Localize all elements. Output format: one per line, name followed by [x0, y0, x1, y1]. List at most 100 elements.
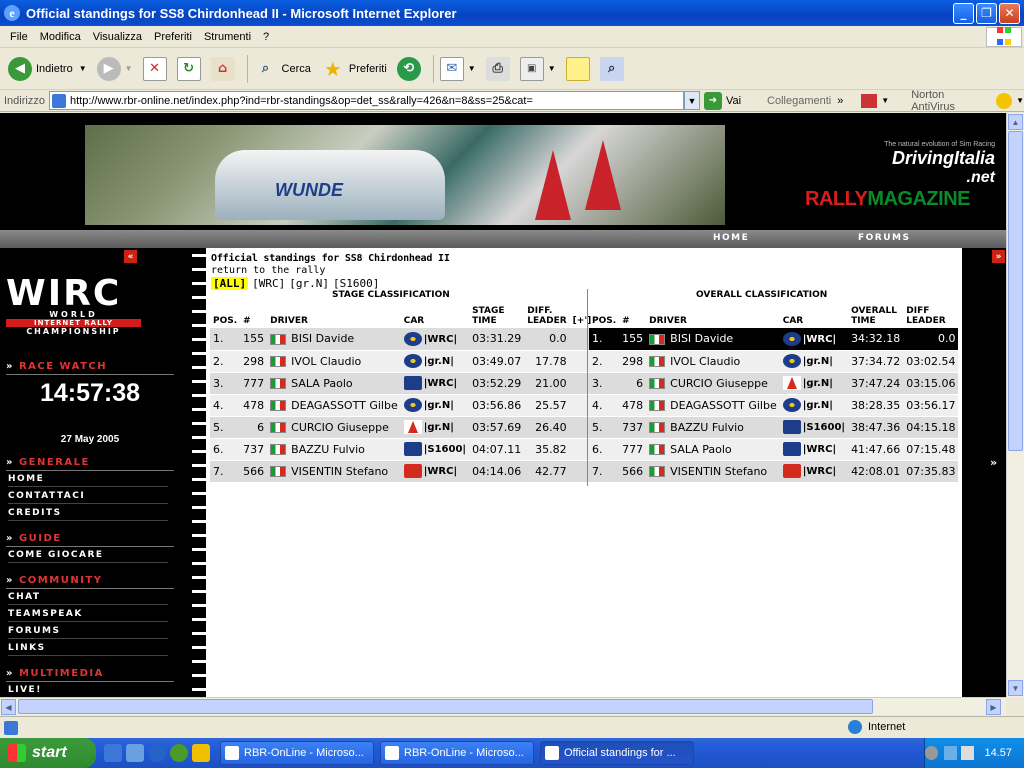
- close-button[interactable]: ✕: [999, 2, 1020, 24]
- norton-label[interactable]: Norton AntiVirus: [911, 89, 990, 113]
- filter-wrc[interactable]: [WRC]: [252, 277, 285, 290]
- driver-name[interactable]: CURCIO Giuseppe: [670, 377, 768, 390]
- menu-file[interactable]: File: [4, 31, 34, 43]
- sidebar-link-credits[interactable]: CREDITS: [8, 508, 168, 521]
- favorites-button[interactable]: ★ Preferiti: [319, 52, 389, 86]
- outlook-quicklaunch-icon[interactable]: [126, 744, 144, 762]
- nav-forums[interactable]: FORUMS: [858, 233, 910, 243]
- norton-dropdown-icon[interactable]: ▼: [1016, 96, 1024, 105]
- menu-strumenti[interactable]: Strumenti: [198, 31, 257, 43]
- go-button[interactable]: ➜ Vai: [703, 91, 741, 110]
- address-url: http://www.rbr-online.net/index.php?ind=…: [69, 94, 533, 107]
- driver-name[interactable]: IVOL Claudio: [670, 355, 740, 368]
- menu-modifica[interactable]: Modifica: [34, 31, 87, 43]
- driver-name[interactable]: BAZZU Fulvio: [291, 443, 365, 456]
- extension-dropdown-icon[interactable]: ▼: [881, 96, 889, 105]
- links-label[interactable]: Collegamenti: [767, 95, 831, 107]
- forward-button[interactable]: ▶ ▼: [95, 52, 135, 86]
- sidebar-link-links[interactable]: LINKS: [8, 643, 168, 656]
- driver-name[interactable]: CURCIO Giuseppe: [291, 421, 389, 434]
- back-dropdown-icon[interactable]: ▼: [79, 64, 87, 73]
- driver-name[interactable]: BISI Davide: [670, 332, 733, 345]
- volume-icon[interactable]: [961, 746, 975, 760]
- address-input[interactable]: http://www.rbr-online.net/index.php?ind=…: [48, 91, 685, 110]
- driver-name[interactable]: SALA Paolo: [670, 443, 732, 456]
- driver-name[interactable]: BISI Davide: [291, 332, 354, 345]
- sidebar-link-home[interactable]: HOME: [8, 474, 168, 487]
- links-chevron-icon[interactable]: »: [837, 95, 843, 107]
- italy-flag-icon: [649, 444, 666, 455]
- media-player-icon[interactable]: [148, 744, 166, 762]
- start-button[interactable]: start: [0, 738, 96, 768]
- address-dropdown-icon[interactable]: ▼: [684, 91, 700, 110]
- home-button[interactable]: ⌂: [209, 52, 237, 86]
- minimize-button[interactable]: _: [953, 2, 974, 24]
- task-rbr-online-1[interactable]: RBR-OnLine - Microso...: [220, 741, 374, 765]
- driver-name[interactable]: DEAGASSOTT Gilbe: [670, 399, 777, 412]
- research-button[interactable]: ⌕: [598, 52, 626, 86]
- row-time: 34:32.18: [848, 328, 904, 351]
- row-time: 37:34.72: [848, 350, 904, 373]
- norton-icon[interactable]: [996, 92, 1013, 109]
- scroll-up-icon[interactable]: ▲: [1008, 114, 1023, 130]
- search-button[interactable]: ⌕ Cerca: [252, 52, 313, 86]
- driver-name[interactable]: IVOL Claudio: [291, 355, 361, 368]
- refresh-button[interactable]: ↻: [175, 52, 203, 86]
- expand-right-icon[interactable]: »: [992, 250, 1005, 263]
- print-button[interactable]: ⎙: [484, 52, 512, 86]
- network-icon[interactable]: [944, 746, 958, 760]
- wirc-logo[interactable]: WIRC WORLD INTERNET RALLY CHAMPIONSHIP: [6, 273, 146, 348]
- rallymagazine-logo[interactable]: RALLYMAGAZINE: [805, 188, 1000, 211]
- nav-home[interactable]: HOME: [713, 233, 749, 243]
- mit-badge-icon: [403, 420, 422, 434]
- driver-name[interactable]: BAZZU Fulvio: [670, 421, 744, 434]
- filter-all[interactable]: [ALL]: [211, 277, 249, 290]
- wirc-logo-mark: WIRC: [6, 273, 122, 314]
- history-button[interactable]: ⟲: [395, 52, 423, 86]
- driver-name[interactable]: DEAGASSOTT Gilbe: [291, 399, 398, 412]
- collapse-left-icon[interactable]: «: [124, 250, 137, 263]
- discuss-button[interactable]: [564, 52, 592, 86]
- horizontal-scrollbar[interactable]: ◀ ▶: [0, 697, 1006, 715]
- task-rbr-online-2[interactable]: RBR-OnLine - Microso...: [380, 741, 534, 765]
- drivingitalia-logo[interactable]: The natural evolution of Sim Racing Driv…: [805, 141, 995, 187]
- sidebar-link-teamspeak[interactable]: TEAMSPEAK: [8, 609, 168, 622]
- scroll-left-icon[interactable]: ◀: [1, 699, 16, 715]
- sidebar-link-chat[interactable]: CHAT: [8, 592, 168, 605]
- system-tray: 14.57: [924, 738, 1024, 768]
- return-link[interactable]: return to the rally: [211, 265, 956, 276]
- vertical-scrollbar[interactable]: ▲ ▼: [1006, 113, 1024, 697]
- sidebar-link-forums[interactable]: FORUMS: [8, 626, 168, 639]
- task-official-standings[interactable]: Official standings for ...: [540, 741, 694, 765]
- menu-visualizza[interactable]: Visualizza: [87, 31, 148, 43]
- horizontal-scroll-thumb[interactable]: [18, 699, 873, 714]
- driver-name[interactable]: VISENTIN Stefano: [670, 465, 767, 478]
- scroll-down-icon[interactable]: ▼: [1008, 680, 1023, 696]
- messenger-icon[interactable]: [170, 744, 188, 762]
- mail-button[interactable]: ✉ ▼: [438, 52, 478, 86]
- toolbar-extension-icon[interactable]: [861, 93, 878, 108]
- row-diff: 21.00: [524, 372, 570, 395]
- tray-arrow-icon[interactable]: [925, 746, 939, 760]
- driver-name[interactable]: SALA Paolo: [291, 377, 353, 390]
- ie-quicklaunch-icon[interactable]: [104, 744, 122, 762]
- filter-grn[interactable]: [gr.N]: [289, 277, 329, 290]
- back-button[interactable]: ◀ Indietro ▼: [6, 52, 89, 86]
- edit-button[interactable]: ▣ ▼: [518, 52, 558, 86]
- driver-name[interactable]: VISENTIN Stefano: [291, 465, 388, 478]
- maximize-button[interactable]: ❐: [976, 2, 997, 24]
- sidebar-link-contattaci[interactable]: CONTATTACI: [8, 491, 168, 504]
- sidebar-link-live[interactable]: LIVE!: [8, 685, 168, 697]
- row-driver: IVOL Claudio: [646, 350, 780, 373]
- edit-dropdown-icon[interactable]: ▼: [548, 64, 556, 73]
- stop-button[interactable]: ✕: [141, 52, 169, 86]
- scroll-right-icon[interactable]: ▶: [986, 699, 1001, 715]
- menu-help[interactable]: ?: [257, 31, 275, 43]
- sidebar-link-come-giocare[interactable]: COME GIOCARE: [8, 550, 168, 563]
- mail-dropdown-icon[interactable]: ▼: [468, 64, 476, 73]
- shortcut-icon[interactable]: [192, 744, 210, 762]
- vertical-scroll-thumb[interactable]: [1008, 131, 1023, 451]
- forward-dropdown-icon[interactable]: ▼: [125, 64, 133, 73]
- menu-preferiti[interactable]: Preferiti: [148, 31, 198, 43]
- filter-s1600[interactable]: [S1600]: [333, 277, 379, 290]
